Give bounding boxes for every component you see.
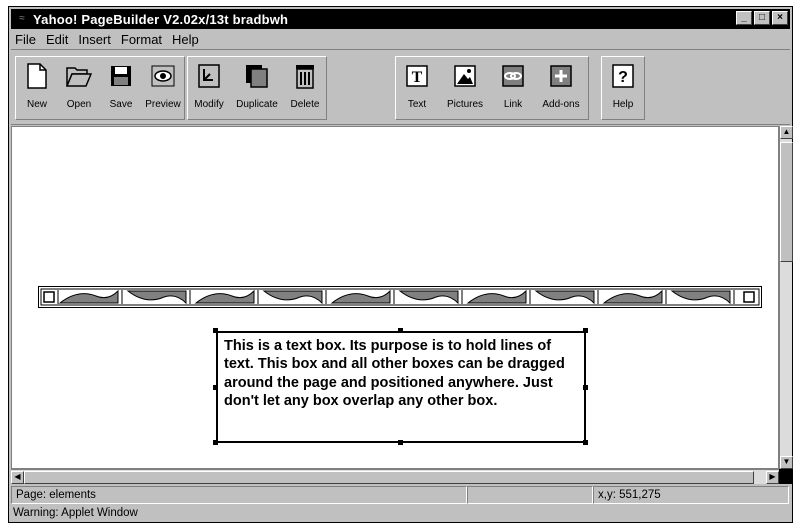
window-title: Yahoo! PageBuilder V2.02x/13t bradbwh bbox=[33, 11, 289, 27]
resize-handle-bottom[interactable] bbox=[398, 440, 403, 445]
status-coordinates: x,y: 551,275 bbox=[593, 486, 789, 504]
insert-tool-group: T Text Pictures Link Add-ons bbox=[395, 56, 589, 120]
scroll-left-button[interactable]: ◀ bbox=[11, 471, 24, 484]
new-button[interactable]: New bbox=[16, 57, 58, 117]
link-button[interactable]: Link bbox=[492, 57, 534, 117]
resize-handle-bottom-right[interactable] bbox=[583, 440, 588, 445]
eye-icon bbox=[150, 63, 176, 89]
resize-handle-left[interactable] bbox=[213, 385, 218, 390]
maximize-button[interactable]: □ bbox=[754, 11, 770, 25]
picture-icon bbox=[452, 63, 478, 89]
text-t-icon: T bbox=[404, 63, 430, 89]
menu-insert[interactable]: Insert bbox=[74, 32, 117, 47]
page-canvas[interactable]: This is a text box. Its purpose is to ho… bbox=[11, 126, 779, 469]
menu-help[interactable]: Help bbox=[168, 32, 205, 47]
help-tool-group: ? Help bbox=[601, 56, 645, 120]
app-icon[interactable]: ≈ bbox=[14, 12, 30, 26]
add-ons-button[interactable]: Add-ons bbox=[534, 57, 588, 117]
trash-icon bbox=[292, 63, 318, 89]
vertical-scrollbar[interactable]: ▲ ▼ bbox=[779, 126, 793, 469]
edit-tool-group: Modify Duplicate Delete bbox=[187, 56, 327, 120]
menu-edit[interactable]: Edit bbox=[42, 32, 74, 47]
status-middle bbox=[467, 486, 593, 504]
resize-handle-top-right[interactable] bbox=[583, 328, 588, 333]
pictures-button[interactable]: Pictures bbox=[438, 57, 492, 117]
horizontal-scroll-thumb[interactable] bbox=[24, 471, 754, 484]
horizontal-scrollbar[interactable]: ◀ ▶ bbox=[11, 469, 779, 484]
scroll-up-button[interactable]: ▲ bbox=[780, 126, 793, 139]
link-icon bbox=[500, 63, 526, 89]
floppy-icon bbox=[108, 63, 134, 89]
menu-file[interactable]: File bbox=[11, 32, 42, 47]
status-bar: Page: elements x,y: 551,275 bbox=[11, 486, 790, 504]
decorative-border-image[interactable] bbox=[38, 286, 762, 308]
menu-format[interactable]: Format bbox=[117, 32, 168, 47]
text-button[interactable]: T Text bbox=[396, 57, 438, 117]
resize-handle-top[interactable] bbox=[398, 328, 403, 333]
text-box[interactable]: This is a text box. Its purpose is to ho… bbox=[216, 331, 586, 443]
folder-icon bbox=[66, 63, 92, 89]
duplicate-button[interactable]: Duplicate bbox=[230, 57, 284, 117]
svg-text:?: ? bbox=[618, 69, 628, 86]
scroll-right-button[interactable]: ▶ bbox=[766, 471, 779, 484]
open-button[interactable]: Open bbox=[58, 57, 100, 117]
close-button[interactable]: × bbox=[772, 11, 788, 25]
file-tool-group: New Open Save Preview bbox=[15, 56, 185, 120]
new-page-icon bbox=[24, 63, 50, 89]
vertical-scroll-thumb[interactable] bbox=[780, 142, 793, 262]
app-window: ≈ Yahoo! PageBuilder V2.02x/13t bradbwh … bbox=[8, 6, 793, 523]
menu-bar: File Edit Insert Format Help bbox=[11, 29, 790, 49]
resize-handle-bottom-left[interactable] bbox=[213, 440, 218, 445]
toolbar: New Open Save Preview Modify Duplicate D… bbox=[11, 49, 790, 125]
save-button[interactable]: Save bbox=[100, 57, 142, 117]
duplicate-icon bbox=[244, 63, 270, 89]
resize-handle-top-left[interactable] bbox=[213, 328, 218, 333]
svg-text:T: T bbox=[412, 69, 423, 86]
resize-grip-icon[interactable] bbox=[779, 469, 792, 484]
modify-button[interactable]: Modify bbox=[188, 57, 230, 117]
applet-warning: Warning: Applet Window bbox=[13, 507, 138, 519]
preview-button[interactable]: Preview bbox=[142, 57, 184, 117]
delete-button[interactable]: Delete bbox=[284, 57, 326, 117]
modify-icon bbox=[196, 63, 222, 89]
minimize-button[interactable]: _ bbox=[736, 11, 752, 25]
title-bar[interactable]: ≈ Yahoo! PageBuilder V2.02x/13t bradbwh … bbox=[11, 9, 790, 29]
help-button[interactable]: ? Help bbox=[602, 57, 644, 117]
question-icon: ? bbox=[610, 63, 636, 89]
status-page: Page: elements bbox=[11, 486, 467, 504]
scroll-down-button[interactable]: ▼ bbox=[780, 456, 793, 469]
plus-icon bbox=[548, 63, 574, 89]
resize-handle-right[interactable] bbox=[583, 385, 588, 390]
